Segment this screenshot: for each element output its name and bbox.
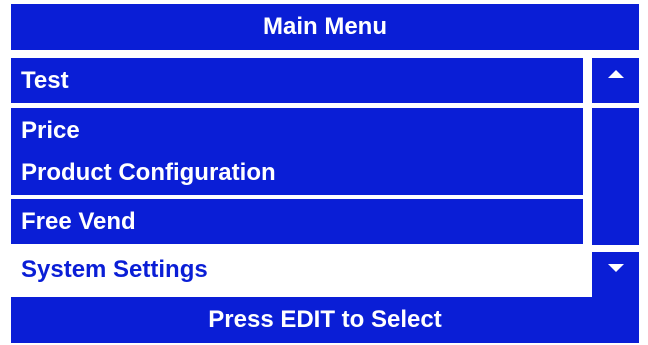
menu-item-free-vend[interactable]: Free Vend <box>11 199 583 244</box>
menu-item-price[interactable]: Price <box>11 108 583 153</box>
menu-item-product-configuration[interactable]: Product Configuration <box>11 150 583 195</box>
scrollbar-track[interactable] <box>592 108 639 245</box>
scroll-up-button[interactable] <box>592 58 639 103</box>
triangle-up-icon <box>607 69 624 78</box>
menu-item-system-settings[interactable]: System Settings <box>11 247 583 292</box>
footer-instruction: Press EDIT to Select <box>11 297 639 343</box>
page-title: Main Menu <box>11 4 639 50</box>
triangle-down-icon <box>607 263 624 272</box>
menu-item-test[interactable]: Test <box>11 58 583 103</box>
scroll-down-button[interactable] <box>592 252 639 297</box>
